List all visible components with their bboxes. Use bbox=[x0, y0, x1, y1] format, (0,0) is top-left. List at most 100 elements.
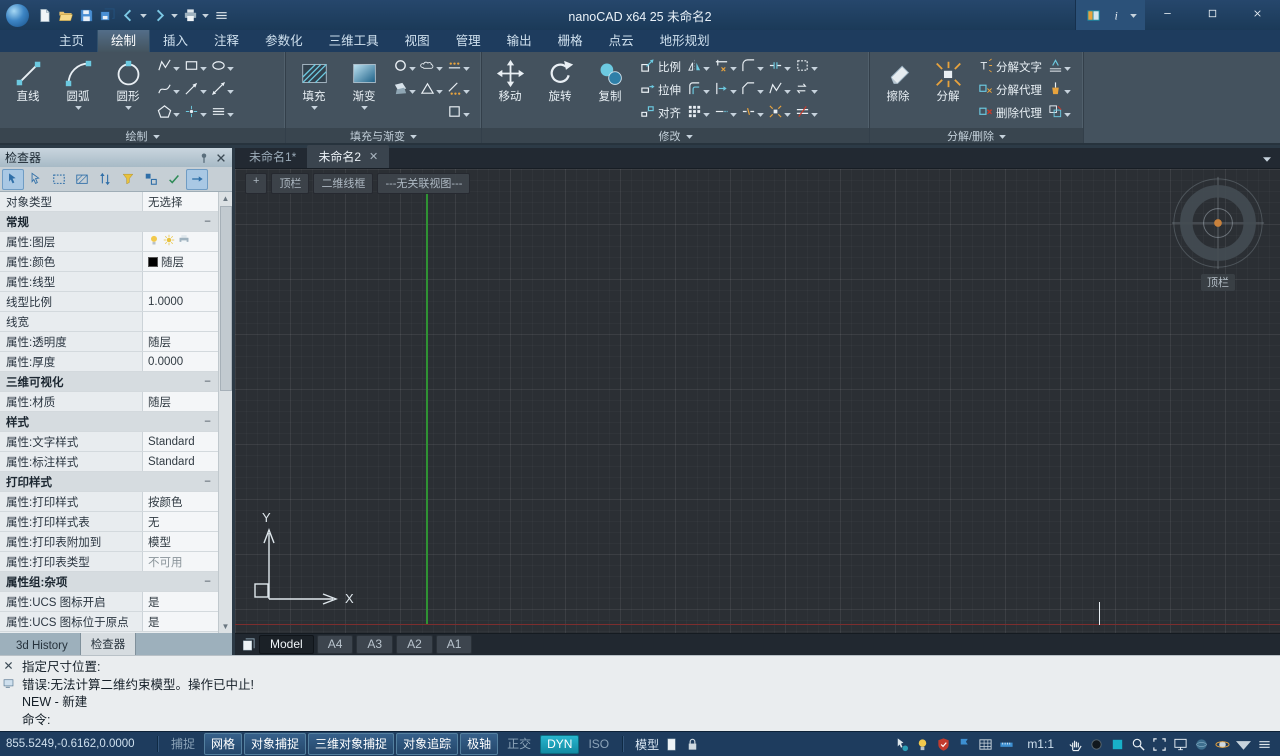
inspector-tab-检查器[interactable]: 检查器 bbox=[80, 632, 137, 655]
close-button[interactable] bbox=[1235, 0, 1280, 30]
dropdown-icon[interactable] bbox=[139, 5, 148, 25]
property-row[interactable]: 属性:标注样式Standard bbox=[0, 452, 218, 472]
clip-button[interactable] bbox=[794, 57, 819, 76]
edit-polyline-button[interactable] bbox=[767, 80, 792, 99]
inspector-tab-3d History[interactable]: 3d History bbox=[6, 637, 78, 655]
property-row[interactable]: 属性:透明度随层 bbox=[0, 332, 218, 352]
status-toggle-ISO[interactable]: ISO bbox=[581, 735, 616, 754]
annotation-scale-button[interactable]: m1:1 bbox=[1027, 737, 1054, 751]
drawing-canvas[interactable]: +顶栏二维线框---无关联视图--- 顶栏 bbox=[235, 169, 1280, 633]
apply-check-icon[interactable] bbox=[163, 169, 185, 190]
region-button[interactable] bbox=[446, 103, 471, 122]
property-row[interactable]: 属性:打印表附加到模型 bbox=[0, 532, 218, 552]
model-space-button[interactable]: 模型 bbox=[635, 736, 659, 753]
status-toggle-网格[interactable]: 网格 bbox=[204, 733, 242, 755]
array-button[interactable] bbox=[686, 103, 711, 122]
ribbon-tab-三维工具[interactable]: 三维工具 bbox=[316, 27, 392, 52]
new-file-icon[interactable] bbox=[34, 5, 54, 25]
layout-tab-A4[interactable]: A4 bbox=[317, 635, 354, 654]
ellipse-button[interactable] bbox=[210, 57, 235, 76]
collapse-icon[interactable]: − bbox=[204, 476, 218, 488]
property-group-header[interactable]: 打印样式− bbox=[0, 472, 218, 492]
chevron-down-icon[interactable] bbox=[361, 104, 368, 110]
measure-button[interactable] bbox=[446, 80, 471, 99]
chevron-down-icon[interactable] bbox=[757, 60, 764, 74]
lengthen-button[interactable] bbox=[713, 103, 738, 122]
property-row[interactable]: 属性:文字样式Standard bbox=[0, 432, 218, 452]
layout-tab-A2[interactable]: A2 bbox=[396, 635, 433, 654]
layout-tab-A1[interactable]: A1 bbox=[436, 635, 473, 654]
document-tab-未命名2[interactable]: 未命名2✕ bbox=[307, 145, 389, 168]
maximize-button[interactable] bbox=[1190, 0, 1235, 30]
goto-arrow-icon[interactable] bbox=[186, 169, 208, 190]
orbit-icon[interactable] bbox=[1212, 734, 1232, 754]
eraser-button[interactable]: 擦除 bbox=[873, 54, 923, 128]
workspace-icon[interactable] bbox=[1083, 5, 1103, 25]
property-row[interactable]: 属性:打印样式表无 bbox=[0, 512, 218, 532]
align-button[interactable]: 对齐 bbox=[638, 103, 683, 122]
viewport-control-3[interactable]: ---无关联视图--- bbox=[377, 173, 470, 194]
chevron-down-icon[interactable] bbox=[436, 83, 443, 97]
app-logo-icon[interactable] bbox=[6, 4, 29, 27]
chevron-down-icon[interactable] bbox=[784, 60, 791, 74]
divide-button[interactable] bbox=[446, 57, 471, 76]
sphere-icon[interactable] bbox=[1191, 734, 1211, 754]
print-icon[interactable] bbox=[180, 5, 200, 25]
status-toggle-对象捕捉[interactable]: 对象捕捉 bbox=[244, 733, 306, 755]
hatch-button[interactable]: 填充 bbox=[289, 54, 339, 128]
property-value[interactable]: 随层 bbox=[142, 332, 218, 351]
close-tab-icon[interactable]: ✕ bbox=[369, 152, 378, 162]
dropdown-icon[interactable] bbox=[1129, 5, 1138, 25]
rotate-button[interactable]: 旋转 bbox=[535, 54, 585, 128]
property-value[interactable]: 是 bbox=[142, 592, 218, 611]
flatten-button[interactable] bbox=[1047, 57, 1072, 76]
chevron-down-icon[interactable] bbox=[227, 106, 234, 120]
scale-button[interactable]: 比例 bbox=[638, 57, 683, 76]
viewport-control-0[interactable]: + bbox=[245, 173, 267, 194]
scroll-down-icon[interactable]: ▼ bbox=[222, 620, 230, 633]
stretch-button[interactable]: 拉伸 bbox=[638, 80, 683, 99]
ribbon-section-label-modify[interactable]: 修改 bbox=[482, 128, 869, 143]
square-teal-icon[interactable] bbox=[1107, 734, 1127, 754]
layout-sheets-icon[interactable] bbox=[241, 637, 256, 652]
property-group-header[interactable]: 属性组:杂项− bbox=[0, 572, 218, 592]
boundary-circle-button[interactable] bbox=[392, 57, 417, 76]
ribbon-tab-主页[interactable]: 主页 bbox=[46, 27, 97, 52]
line-button[interactable]: 直线 bbox=[3, 54, 53, 128]
chevron-down-icon[interactable] bbox=[125, 104, 132, 110]
wipeout-button[interactable] bbox=[392, 80, 417, 99]
flag-blue-icon[interactable] bbox=[954, 734, 974, 754]
chevron-down-icon[interactable] bbox=[75, 104, 82, 110]
chevron-down-icon[interactable] bbox=[227, 83, 234, 97]
pick-add-icon[interactable] bbox=[2, 169, 24, 190]
property-value[interactable]: 模型 bbox=[142, 532, 218, 551]
cursor-badge-icon[interactable] bbox=[891, 734, 911, 754]
property-row[interactable]: 线型比例1.0000 bbox=[0, 292, 218, 312]
explode-button[interactable]: 分解 bbox=[923, 54, 973, 128]
ray-button[interactable] bbox=[183, 80, 208, 99]
collapse-icon[interactable]: − bbox=[204, 576, 218, 588]
ribbon-section-label-explode[interactable]: 分解/删除 bbox=[870, 128, 1083, 143]
chevron-down-icon[interactable] bbox=[811, 60, 818, 74]
frame-icon[interactable] bbox=[1149, 734, 1169, 754]
property-value[interactable] bbox=[142, 312, 218, 331]
status-toggle-捕捉[interactable]: 捕捉 bbox=[164, 733, 202, 755]
tab-list-chevron-icon[interactable] bbox=[1254, 151, 1280, 168]
gradient-button[interactable]: 渐变 bbox=[339, 54, 389, 128]
close-panel-icon[interactable] bbox=[215, 152, 227, 164]
chevron-down-icon[interactable] bbox=[1233, 734, 1253, 754]
chevron-down-icon[interactable] bbox=[200, 106, 207, 120]
chevron-down-icon[interactable] bbox=[1064, 83, 1071, 97]
collapse-icon[interactable]: − bbox=[204, 416, 218, 428]
chevron-down-icon[interactable] bbox=[703, 60, 710, 74]
dropdown-icon[interactable] bbox=[170, 5, 179, 25]
viewport-control-2[interactable]: 二维线框 bbox=[313, 173, 373, 194]
move-button[interactable]: 移动 bbox=[485, 54, 535, 128]
ribbon-tab-栅格[interactable]: 栅格 bbox=[545, 27, 596, 52]
status-toggle-正交[interactable]: 正交 bbox=[500, 733, 538, 755]
explode-text-button[interactable]: T分解文字 bbox=[976, 57, 1044, 76]
collapse-icon[interactable]: − bbox=[204, 376, 218, 388]
save-file-icon[interactable] bbox=[76, 5, 96, 25]
chevron-down-icon[interactable] bbox=[811, 106, 818, 120]
property-value[interactable]: Standard bbox=[142, 432, 218, 451]
